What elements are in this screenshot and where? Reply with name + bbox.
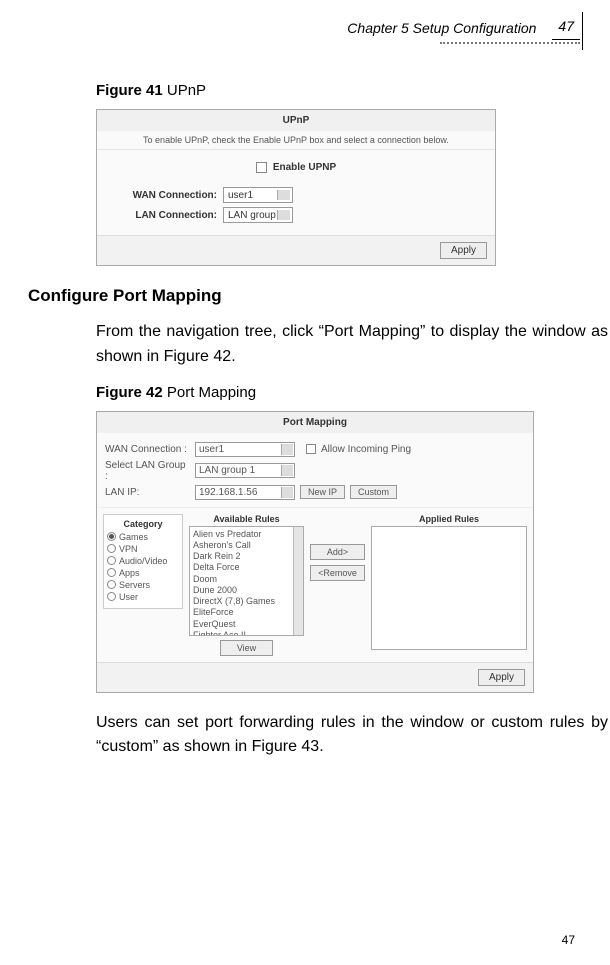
rule-item[interactable]: Delta Force	[193, 562, 300, 573]
pm-lan-group-label: Select LAN Group :	[105, 460, 190, 482]
wan-connection-label: WAN Connection:	[107, 190, 217, 201]
rule-item[interactable]: EverQuest	[193, 619, 300, 630]
category-option-audio-video[interactable]: Audio/Video	[107, 556, 179, 566]
chapter-title: Chapter 5 Setup Configuration	[347, 20, 536, 36]
pm-lan-ip-value: 192.168.1.56	[199, 487, 257, 498]
add-button[interactable]: Add>	[310, 544, 365, 560]
lan-connection-label: LAN Connection:	[107, 210, 217, 221]
figure42-caption: Figure 42 Port Mapping	[96, 384, 610, 401]
port-mapping-apply-button[interactable]: Apply	[478, 669, 525, 686]
port-mapping-title: Port Mapping	[97, 412, 533, 433]
rule-item[interactable]: Doom	[193, 574, 300, 585]
pm-lan-ip-select[interactable]: 192.168.1.56	[195, 485, 295, 500]
figure42-screenshot: Port Mapping WAN Connection : user1 Allo…	[96, 411, 534, 693]
new-ip-button[interactable]: New IP	[300, 485, 345, 499]
radio-icon	[107, 568, 116, 577]
rule-item[interactable]: Dark Rein 2	[193, 551, 300, 562]
view-button[interactable]: View	[220, 640, 273, 656]
lan-connection-select[interactable]: LAN group 1	[223, 207, 293, 223]
category-label: Games	[119, 532, 148, 542]
rule-item[interactable]: Dune 2000	[193, 585, 300, 596]
header-page-number: 47	[552, 18, 580, 38]
upnp-apply-button[interactable]: Apply	[440, 242, 487, 259]
category-label: Servers	[119, 580, 150, 590]
applied-rules-panel: Applied Rules	[371, 514, 527, 650]
wan-connection-value: user1	[228, 190, 253, 201]
figure41-label: Figure 41	[96, 82, 167, 99]
category-title: Category	[107, 519, 179, 529]
radio-icon	[107, 580, 116, 589]
header-dotted-rule	[440, 42, 580, 44]
radio-icon	[107, 544, 116, 553]
allow-ping-checkbox[interactable]	[306, 444, 316, 454]
category-option-apps[interactable]: Apps	[107, 568, 179, 578]
paragraph-2: Users can set port forwarding rules in t…	[96, 711, 608, 761]
available-rules-listbox[interactable]: Alien vs Predator Asheron's Call Dark Re…	[189, 526, 304, 636]
radio-icon	[107, 592, 116, 601]
remove-button[interactable]: <Remove	[310, 565, 365, 581]
pm-lan-group-value: LAN group 1	[199, 465, 255, 476]
radio-icon	[107, 532, 116, 541]
category-option-user[interactable]: User	[107, 592, 179, 602]
upnp-panel-title: UPnP	[97, 110, 495, 131]
enable-upnp-checkbox[interactable]	[256, 162, 267, 173]
section-heading-port-mapping: Configure Port Mapping	[28, 286, 610, 306]
category-option-vpn[interactable]: VPN	[107, 544, 179, 554]
category-option-servers[interactable]: Servers	[107, 580, 179, 590]
figure41-caption: Figure 41 UPnP	[96, 82, 610, 99]
figure42-label: Figure 42	[96, 384, 167, 401]
pm-lan-ip-label: LAN IP:	[105, 487, 190, 498]
transfer-buttons: Add> <Remove	[310, 544, 365, 581]
rule-item[interactable]: Alien vs Predator	[193, 529, 300, 540]
custom-button[interactable]: Custom	[350, 485, 397, 499]
pm-wan-value: user1	[199, 444, 224, 455]
available-rules-panel: Available Rules Alien vs Predator Ashero…	[189, 514, 304, 656]
category-label: VPN	[119, 544, 138, 554]
allow-ping-label: Allow Incoming Ping	[321, 444, 411, 455]
pm-lan-group-select[interactable]: LAN group 1	[195, 463, 295, 478]
paragraph-1: From the navigation tree, click “Port Ma…	[96, 320, 608, 370]
applied-rules-listbox[interactable]	[371, 526, 527, 650]
category-option-games[interactable]: Games	[107, 532, 179, 542]
wan-connection-select[interactable]: user1	[223, 187, 293, 203]
figure42-name: Port Mapping	[167, 384, 256, 401]
radio-icon	[107, 556, 116, 565]
rule-item[interactable]: Fighter Ace II	[193, 630, 300, 636]
rule-item[interactable]: Asheron's Call	[193, 540, 300, 551]
category-panel: Category Games VPN Audio/Video Apps Serv…	[103, 514, 183, 609]
enable-upnp-label: Enable UPNP	[273, 162, 336, 173]
rule-item[interactable]: EliteForce	[193, 607, 300, 618]
page-content: Figure 41 UPnP UPnP To enable UPnP, chec…	[0, 82, 610, 774]
category-label: User	[119, 592, 138, 602]
pm-wan-select[interactable]: user1	[195, 442, 295, 457]
available-rules-title: Available Rules	[189, 514, 304, 524]
category-label: Audio/Video	[119, 556, 167, 566]
figure41-screenshot: UPnP To enable UPnP, check the Enable UP…	[96, 109, 496, 266]
rule-item[interactable]: DirectX (7,8) Games	[193, 596, 300, 607]
lan-connection-value: LAN group 1	[228, 210, 284, 221]
figure41-name: UPnP	[167, 82, 206, 99]
applied-rules-title: Applied Rules	[371, 514, 527, 524]
listbox-scrollbar[interactable]	[293, 527, 303, 635]
category-label: Apps	[119, 568, 140, 578]
page-header: Chapter 5 Setup Configuration 47	[347, 18, 580, 38]
footer-page-number: 47	[562, 933, 575, 947]
pm-wan-label: WAN Connection :	[105, 444, 190, 455]
upnp-panel-subtitle: To enable UPnP, check the Enable UPnP bo…	[97, 131, 495, 150]
